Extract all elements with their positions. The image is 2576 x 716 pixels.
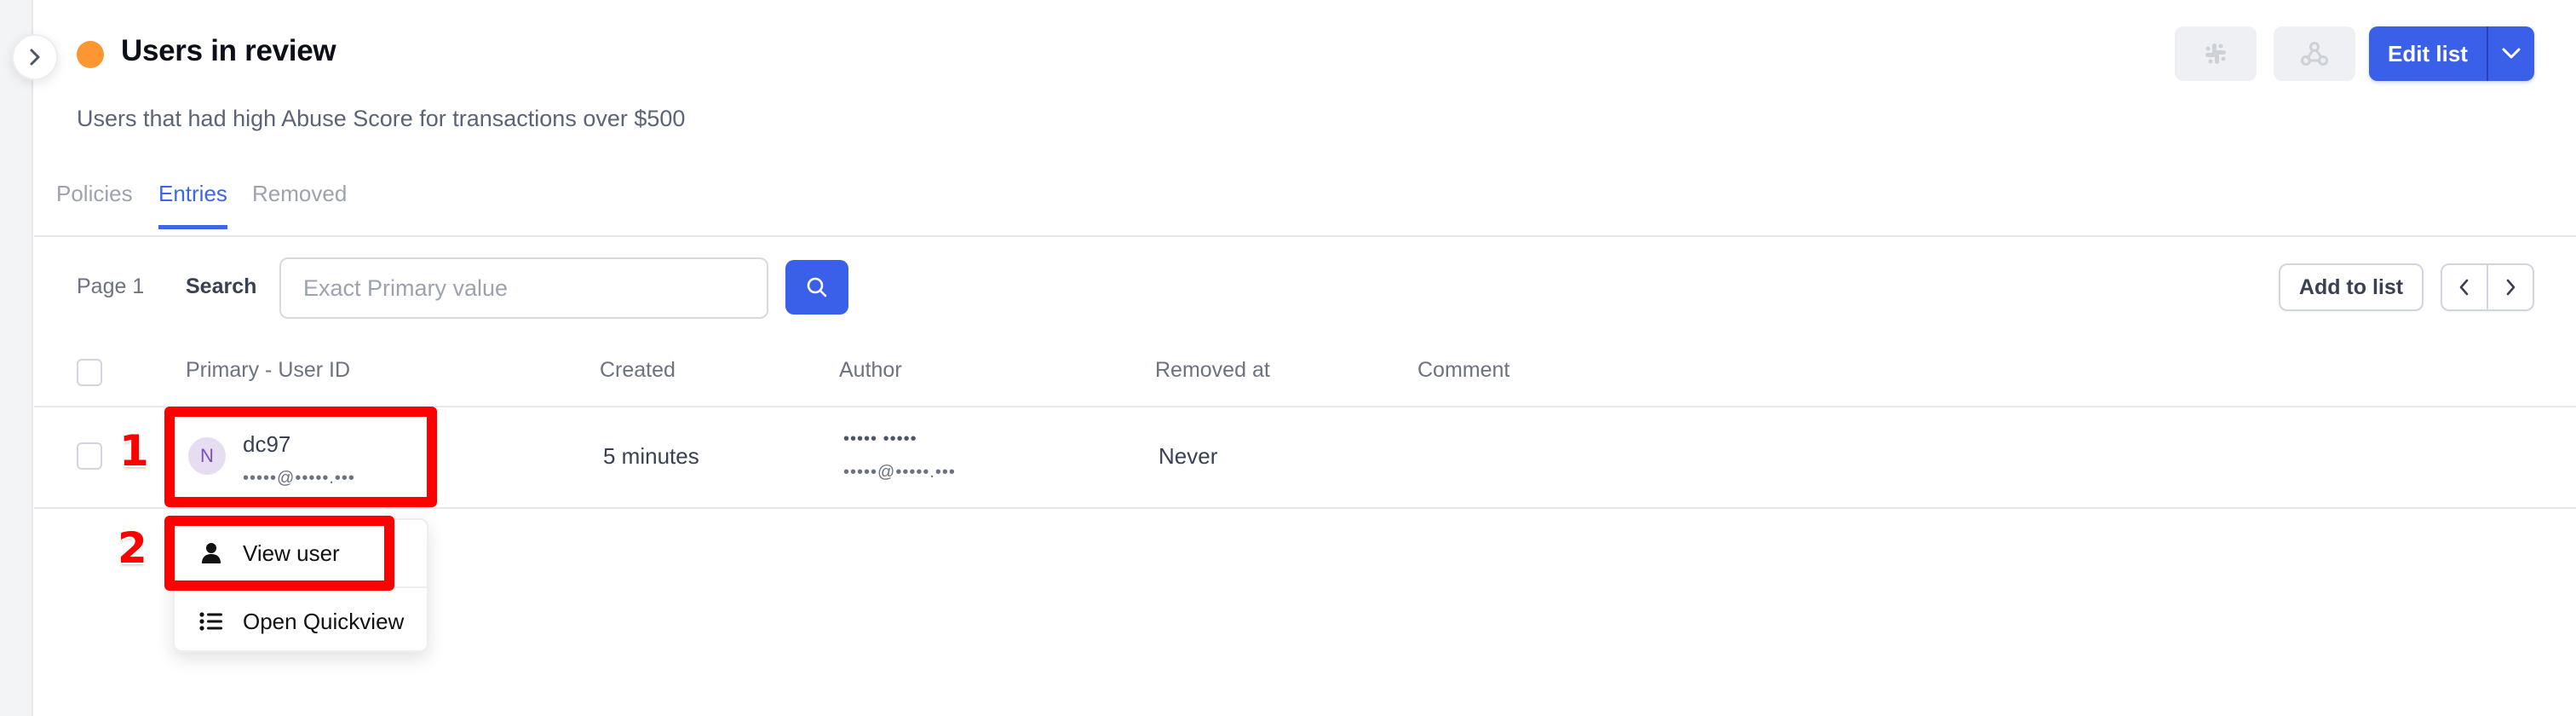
column-header-author[interactable]: Author	[839, 358, 902, 383]
app-root: Users in review Users that had high Abus…	[0, 0, 2576, 716]
chevron-right-icon	[30, 49, 40, 66]
row-divider	[34, 507, 2576, 509]
collapsed-sidebar	[0, 0, 33, 716]
column-header-primary[interactable]: Primary - User ID	[186, 358, 350, 383]
user-icon	[198, 542, 224, 564]
column-header-comment[interactable]: Comment	[1417, 358, 1509, 383]
tab-removed[interactable]: Removed	[252, 181, 347, 229]
edit-list-button[interactable]: Edit list	[2369, 26, 2488, 81]
status-dot	[77, 41, 104, 68]
select-all-checkbox[interactable]	[77, 359, 102, 386]
chevron-left-icon	[2459, 279, 2469, 296]
search-button[interactable]	[785, 260, 848, 315]
header-divider	[34, 406, 2576, 407]
edit-list-menu-button[interactable]	[2488, 26, 2534, 81]
column-header-created[interactable]: Created	[600, 358, 676, 383]
add-to-list-button[interactable]: Add to list	[2279, 263, 2424, 311]
previous-page-button[interactable]	[2442, 265, 2488, 309]
pagination	[2441, 263, 2534, 311]
annotation-number-1: 1	[119, 426, 149, 476]
search-label: Search	[186, 274, 257, 298]
row-context-menu: View user Open Quickview	[173, 518, 428, 652]
expand-sidebar-button[interactable]	[12, 34, 58, 80]
slack-button[interactable]	[2175, 26, 2257, 81]
avatar: N	[188, 437, 226, 475]
tab-policies[interactable]: Policies	[56, 181, 133, 229]
menu-item-open-quickview[interactable]: Open Quickview	[175, 588, 427, 655]
tab-entries[interactable]: Entries	[158, 181, 227, 229]
user-email: •••••@•••••.•••	[243, 469, 355, 488]
column-header-removed-at[interactable]: Removed at	[1155, 358, 1270, 383]
removed-at-cell: Never	[1159, 443, 1218, 469]
edit-list-group: Edit list	[2369, 26, 2534, 81]
search-icon	[807, 277, 827, 297]
search-input[interactable]	[279, 257, 768, 319]
webhook-button[interactable]	[2274, 26, 2355, 81]
row-checkbox[interactable]	[77, 442, 102, 470]
user-id-link[interactable]: dc97	[243, 431, 290, 458]
slack-icon	[2205, 43, 2226, 64]
author-email: •••••@•••••.•••	[843, 463, 956, 482]
page-subtitle: Users that had high Abuse Score for tran…	[77, 106, 686, 131]
next-page-button[interactable]	[2488, 265, 2533, 309]
annotation-number-2: 2	[118, 523, 147, 573]
list-icon	[198, 612, 224, 631]
webhook-icon	[2301, 42, 2328, 66]
created-cell: 5 minutes	[603, 443, 699, 469]
author-name: ••••• •••••	[843, 430, 917, 448]
page-title: Users in review	[121, 34, 336, 67]
menu-item-view-user[interactable]: View user	[175, 520, 427, 586]
menu-item-label: Open Quickview	[243, 608, 405, 634]
page-indicator: Page 1	[77, 274, 145, 298]
chevron-down-icon	[2502, 48, 2521, 59]
chevron-right-icon	[2506, 279, 2516, 296]
tab-bar: Policies Entries Removed	[34, 176, 2576, 237]
menu-item-label: View user	[243, 540, 340, 566]
